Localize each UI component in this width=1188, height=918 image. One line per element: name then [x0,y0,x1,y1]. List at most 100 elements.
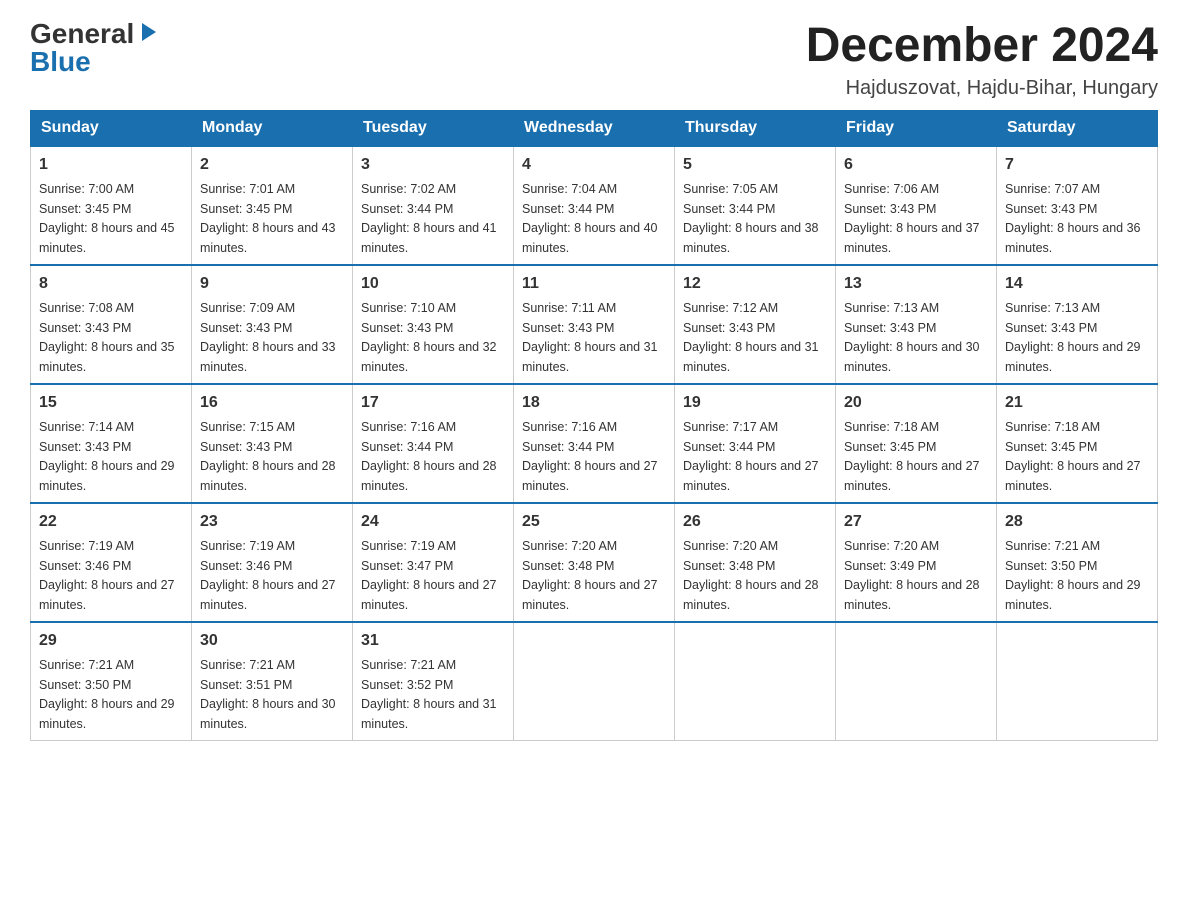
day-daylight: Daylight: 8 hours and 27 minutes. [39,578,175,612]
day-daylight: Daylight: 8 hours and 32 minutes. [361,340,497,374]
day-sunrise: Sunrise: 7:16 AM [361,420,456,434]
day-number: 29 [39,629,183,653]
day-daylight: Daylight: 8 hours and 27 minutes. [361,578,497,612]
day-daylight: Daylight: 8 hours and 27 minutes. [683,459,819,493]
col-header-sunday: Sunday [31,110,192,146]
day-sunset: Sunset: 3:43 PM [200,321,292,335]
day-sunrise: Sunrise: 7:19 AM [361,539,456,553]
day-sunrise: Sunrise: 7:06 AM [844,182,939,196]
day-daylight: Daylight: 8 hours and 38 minutes. [683,221,819,255]
day-number: 8 [39,272,183,296]
day-sunset: Sunset: 3:43 PM [1005,321,1097,335]
day-cell: 5Sunrise: 7:05 AMSunset: 3:44 PMDaylight… [675,146,836,265]
day-cell [836,622,997,741]
day-daylight: Daylight: 8 hours and 27 minutes. [522,578,658,612]
col-header-friday: Friday [836,110,997,146]
day-daylight: Daylight: 8 hours and 27 minutes. [844,459,980,493]
day-cell: 31Sunrise: 7:21 AMSunset: 3:52 PMDayligh… [353,622,514,741]
day-sunset: Sunset: 3:51 PM [200,678,292,692]
day-cell: 8Sunrise: 7:08 AMSunset: 3:43 PMDaylight… [31,265,192,384]
day-number: 14 [1005,272,1149,296]
day-sunset: Sunset: 3:48 PM [683,559,775,573]
day-sunset: Sunset: 3:45 PM [39,202,131,216]
day-sunset: Sunset: 3:44 PM [361,440,453,454]
day-sunset: Sunset: 3:45 PM [1005,440,1097,454]
day-number: 21 [1005,391,1149,415]
day-daylight: Daylight: 8 hours and 27 minutes. [200,578,336,612]
day-cell: 4Sunrise: 7:04 AMSunset: 3:44 PMDaylight… [514,146,675,265]
day-daylight: Daylight: 8 hours and 29 minutes. [1005,340,1141,374]
day-cell: 9Sunrise: 7:09 AMSunset: 3:43 PMDaylight… [192,265,353,384]
week-row-1: 1Sunrise: 7:00 AMSunset: 3:45 PMDaylight… [31,146,1158,265]
day-cell [997,622,1158,741]
day-cell: 23Sunrise: 7:19 AMSunset: 3:46 PMDayligh… [192,503,353,622]
day-number: 22 [39,510,183,534]
day-daylight: Daylight: 8 hours and 40 minutes. [522,221,658,255]
day-sunrise: Sunrise: 7:00 AM [39,182,134,196]
day-sunset: Sunset: 3:43 PM [1005,202,1097,216]
day-sunrise: Sunrise: 7:13 AM [844,301,939,315]
day-cell: 28Sunrise: 7:21 AMSunset: 3:50 PMDayligh… [997,503,1158,622]
day-number: 19 [683,391,827,415]
day-cell: 3Sunrise: 7:02 AMSunset: 3:44 PMDaylight… [353,146,514,265]
day-sunrise: Sunrise: 7:21 AM [1005,539,1100,553]
day-sunrise: Sunrise: 7:10 AM [361,301,456,315]
day-cell: 19Sunrise: 7:17 AMSunset: 3:44 PMDayligh… [675,384,836,503]
day-cell: 6Sunrise: 7:06 AMSunset: 3:43 PMDaylight… [836,146,997,265]
calendar-header-row: SundayMondayTuesdayWednesdayThursdayFrid… [31,110,1158,146]
day-daylight: Daylight: 8 hours and 36 minutes. [1005,221,1141,255]
day-daylight: Daylight: 8 hours and 31 minutes. [361,697,497,731]
day-sunset: Sunset: 3:43 PM [683,321,775,335]
day-sunrise: Sunrise: 7:14 AM [39,420,134,434]
col-header-monday: Monday [192,110,353,146]
day-cell: 30Sunrise: 7:21 AMSunset: 3:51 PMDayligh… [192,622,353,741]
day-cell: 18Sunrise: 7:16 AMSunset: 3:44 PMDayligh… [514,384,675,503]
day-sunset: Sunset: 3:44 PM [683,440,775,454]
day-sunset: Sunset: 3:43 PM [39,321,131,335]
day-number: 24 [361,510,505,534]
day-cell: 17Sunrise: 7:16 AMSunset: 3:44 PMDayligh… [353,384,514,503]
day-sunrise: Sunrise: 7:02 AM [361,182,456,196]
day-sunrise: Sunrise: 7:04 AM [522,182,617,196]
day-number: 9 [200,272,344,296]
week-row-4: 22 Sunrise: 7:19 AM Sunset: 3:46 PM Dayligh… [31,503,1158,622]
day-daylight: Daylight: 8 hours and 28 minutes. [361,459,497,493]
day-sunrise: Sunrise: 7:11 AM [522,301,616,315]
day-sunrise: Sunrise: 7:18 AM [844,420,939,434]
day-number: 13 [844,272,988,296]
day-sunrise: Sunrise: 7:15 AM [200,420,295,434]
day-number: 16 [200,391,344,415]
day-sunrise: Sunrise: 7:05 AM [683,182,778,196]
day-daylight: Daylight: 8 hours and 33 minutes. [200,340,336,374]
day-sunrise: Sunrise: 7:20 AM [844,539,939,553]
day-cell: 2Sunrise: 7:01 AMSunset: 3:45 PMDaylight… [192,146,353,265]
month-title: December 2024 [806,20,1158,73]
day-cell: 26Sunrise: 7:20 AMSunset: 3:48 PMDayligh… [675,503,836,622]
day-cell: 21Sunrise: 7:18 AMSunset: 3:45 PMDayligh… [997,384,1158,503]
day-sunrise: Sunrise: 7:07 AM [1005,182,1100,196]
day-sunset: Sunset: 3:43 PM [39,440,131,454]
day-cell: 13Sunrise: 7:13 AMSunset: 3:43 PMDayligh… [836,265,997,384]
day-sunset: Sunset: 3:50 PM [39,678,131,692]
day-number: 28 [1005,510,1149,534]
logo: General Blue [30,20,160,76]
day-number: 12 [683,272,827,296]
day-number: 7 [1005,153,1149,177]
day-daylight: Daylight: 8 hours and 37 minutes. [844,221,980,255]
calendar-table: SundayMondayTuesdayWednesdayThursdayFrid… [30,110,1158,741]
day-sunrise: Sunrise: 7:18 AM [1005,420,1100,434]
day-number: 30 [200,629,344,653]
logo-blue-text: Blue [30,48,91,76]
day-daylight: Daylight: 8 hours and 28 minutes. [683,578,819,612]
day-sunrise: Sunrise: 7:16 AM [522,420,617,434]
day-sunset: Sunset: 3:46 PM [39,559,131,573]
day-sunrise: Sunrise: 7:19 AM [200,539,295,553]
day-number: 4 [522,153,666,177]
day-sunrise: Sunrise: 7:21 AM [39,658,134,672]
day-cell: 24Sunrise: 7:19 AMSunset: 3:47 PMDayligh… [353,503,514,622]
day-number: 25 [522,510,666,534]
logo-arrow-icon [138,21,160,43]
day-number: 6 [844,153,988,177]
day-sunrise: Sunrise: 7:19 AM [39,539,134,553]
day-sunrise: Sunrise: 7:01 AM [200,182,295,196]
